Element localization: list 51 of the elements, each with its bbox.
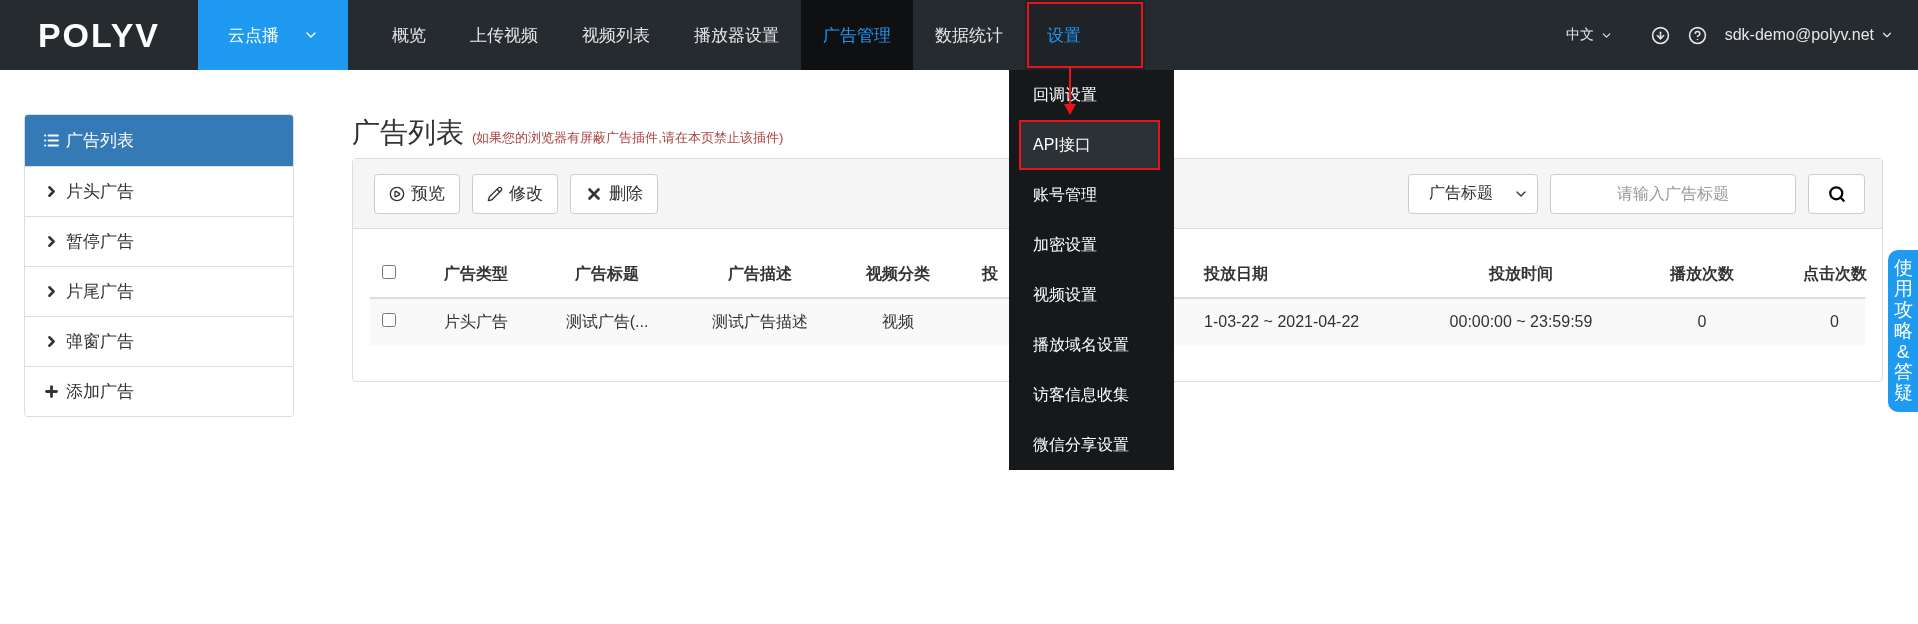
column-header: 视频分类 [865,263,931,284]
logo[interactable]: POLYV [0,0,198,70]
checkbox[interactable] [382,265,396,279]
menu-item[interactable]: 访客信息收集 [1009,370,1174,420]
column-header: 投 [980,263,999,284]
nav-item[interactable]: 视频列表 [560,0,672,70]
table-cell: 1-03-22 ~ 2021-04-22 [1204,313,1360,330]
table-cell: 片头广告 [444,312,508,330]
play-icon [389,185,405,202]
menu-item[interactable]: 播放域名设置 [1009,320,1174,370]
menu-item[interactable]: API接口 [1019,120,1160,170]
nav-item[interactable]: 播放器设置 [672,0,801,70]
nav-item[interactable]: 上传视频 [448,0,560,70]
column-header: 点击次数 [1801,263,1868,284]
toolbar-button[interactable]: 预览 [374,173,460,214]
sidebar-item[interactable]: 添加广告 [25,366,293,416]
pencil-icon [487,185,503,202]
download-icon[interactable] [1650,25,1670,45]
user-menu[interactable]: sdk-demo@polyv.net [1724,26,1894,44]
table-cell: 00:00:00 ~ 23:59:59 [1449,313,1593,330]
column-header: 投放时间 [1487,263,1554,284]
toolbar-button[interactable]: 删除 [570,173,658,214]
nav-item[interactable]: 概览 [370,0,448,70]
search-icon [1827,184,1846,203]
toolbar-button[interactable]: 修改 [472,173,558,214]
menu-item[interactable]: 账号管理 [1009,170,1174,220]
column-header: 广告标题 [574,263,640,284]
nav-item[interactable]: 广告管理 [801,0,913,70]
table-cell: 测试广告描述 [712,312,808,330]
table-cell: 0 [1697,313,1707,330]
menu-item[interactable]: 微信分享设置 [1009,420,1174,470]
menu-item[interactable]: 加密设置 [1009,220,1174,270]
sidebar-item[interactable]: 广告列表 [25,115,293,166]
language-select[interactable]: 中文 [1565,26,1613,44]
help-icon[interactable] [1687,25,1707,45]
plus-icon [43,383,60,400]
checkbox[interactable] [382,313,396,327]
page-title: 广告列表 [352,116,464,150]
page-hint: (如果您的浏览器有屏蔽广告插件,请在本页禁止该插件) [472,129,784,147]
column-header: 播放次数 [1668,263,1735,284]
table-cell: 视频 [882,312,914,330]
column-header: 投放日期 [1202,263,1269,284]
column-header: 广告描述 [727,263,793,284]
menu-item[interactable]: 视频设置 [1009,270,1174,320]
list-icon [43,132,60,149]
filter-select[interactable]: 广告标题 [1408,173,1538,214]
search-field[interactable]: 请输入广告标题 [1550,173,1796,214]
column-header: 广告类型 [443,263,509,284]
table-cell: 0 [1830,313,1839,330]
table-cell: 测试广告(... [565,312,649,330]
search-button[interactable] [1808,173,1865,214]
